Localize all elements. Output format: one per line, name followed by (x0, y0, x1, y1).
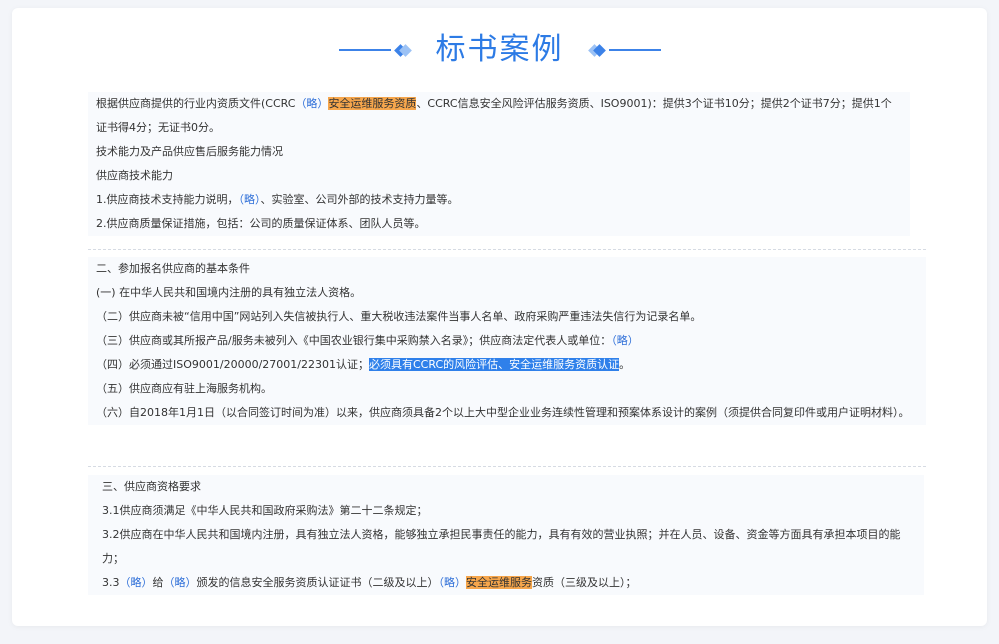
list-item: 3.3（略）给（略）颁发的信息安全服务资质认证证书（二级及以上）（略）安全运维服… (102, 576, 637, 589)
paragraph-quality: 2.供应商质量保证措施，包括：公司的质量保证体系、团队人员等。 (96, 217, 426, 230)
highlight-text: 安全运维服务资质 (328, 97, 417, 110)
section-divider (88, 249, 926, 250)
paragraph-qualification-docs: 根据供应商提供的行业内资质文件(CCRC（略）安全运维服务资质、CCRC信息安全… (96, 97, 892, 134)
paragraph-tech-capability: 技术能力及产品供应售后服务能力情况 (96, 145, 283, 158)
omitted-link[interactable]: （略） (120, 576, 153, 589)
section-heading: 三、供应商资格要求 (102, 480, 201, 493)
page-title: 标书案例 (435, 32, 564, 67)
list-item: (一) 在中华人民共和国境内注册的具有独立法人资格。 (96, 286, 362, 299)
list-item: （六）自2018年1月1日（以合同签订时间为准）以来，供应商须具备2个以上大中型… (96, 406, 910, 419)
section-basic-conditions: 二、参加报名供应商的基本条件 (一) 在中华人民共和国境内注册的具有独立法人资格… (88, 257, 926, 425)
title-row: 标书案例 (0, 24, 999, 76)
list-item: （三）供应商或其所报产品/服务未被列入《中国农业银行集中采购禁入名录》；供应商法… (96, 334, 639, 347)
omitted-link[interactable]: （略） (295, 97, 328, 110)
list-item: （四）必须通过ISO9001/20000/27001/22301认证；必须具有C… (96, 358, 631, 371)
omitted-link[interactable]: （略） (164, 576, 197, 589)
paragraph-supplier-tech: 供应商技术能力 (96, 169, 173, 182)
paragraph-tech-support: 1.供应商技术支持能力说明，（略）、实验室、公司外部的技术支持力量等。 (96, 193, 459, 206)
title-decoration-right (587, 43, 661, 57)
list-item: 3.2供应商在中华人民共和国境内注册，具有独立法人资格，能够独立承担民事责任的能… (102, 528, 901, 565)
highlight-text: 安全运维服务 (466, 576, 532, 589)
omitted-link[interactable]: （略） (611, 334, 639, 347)
list-item: 3.1供应商须满足《中华人民共和国政府采购法》第二十二条规定； (102, 504, 428, 517)
omitted-link[interactable]: （略） (239, 193, 261, 206)
section-divider (88, 466, 926, 467)
title-decoration-left (338, 43, 412, 57)
section-scoring: 根据供应商提供的行业内资质文件(CCRC（略）安全运维服务资质、CCRC信息安全… (88, 92, 910, 236)
selected-text: 必须具有CCRC的风险评估、安全运维服务资质认证 (368, 358, 620, 371)
omitted-link[interactable]: （略） (439, 576, 467, 589)
section-qualification-requirements: 三、供应商资格要求 3.1供应商须满足《中华人民共和国政府采购法》第二十二条规定… (88, 475, 924, 595)
list-item: （二）供应商未被“信用中国”网站列入失信被执行人、重大税收违法案件当事人名单、政… (96, 310, 702, 323)
list-item: （五）供应商应有驻上海服务机构。 (96, 382, 272, 395)
section-heading: 二、参加报名供应商的基本条件 (96, 262, 250, 275)
